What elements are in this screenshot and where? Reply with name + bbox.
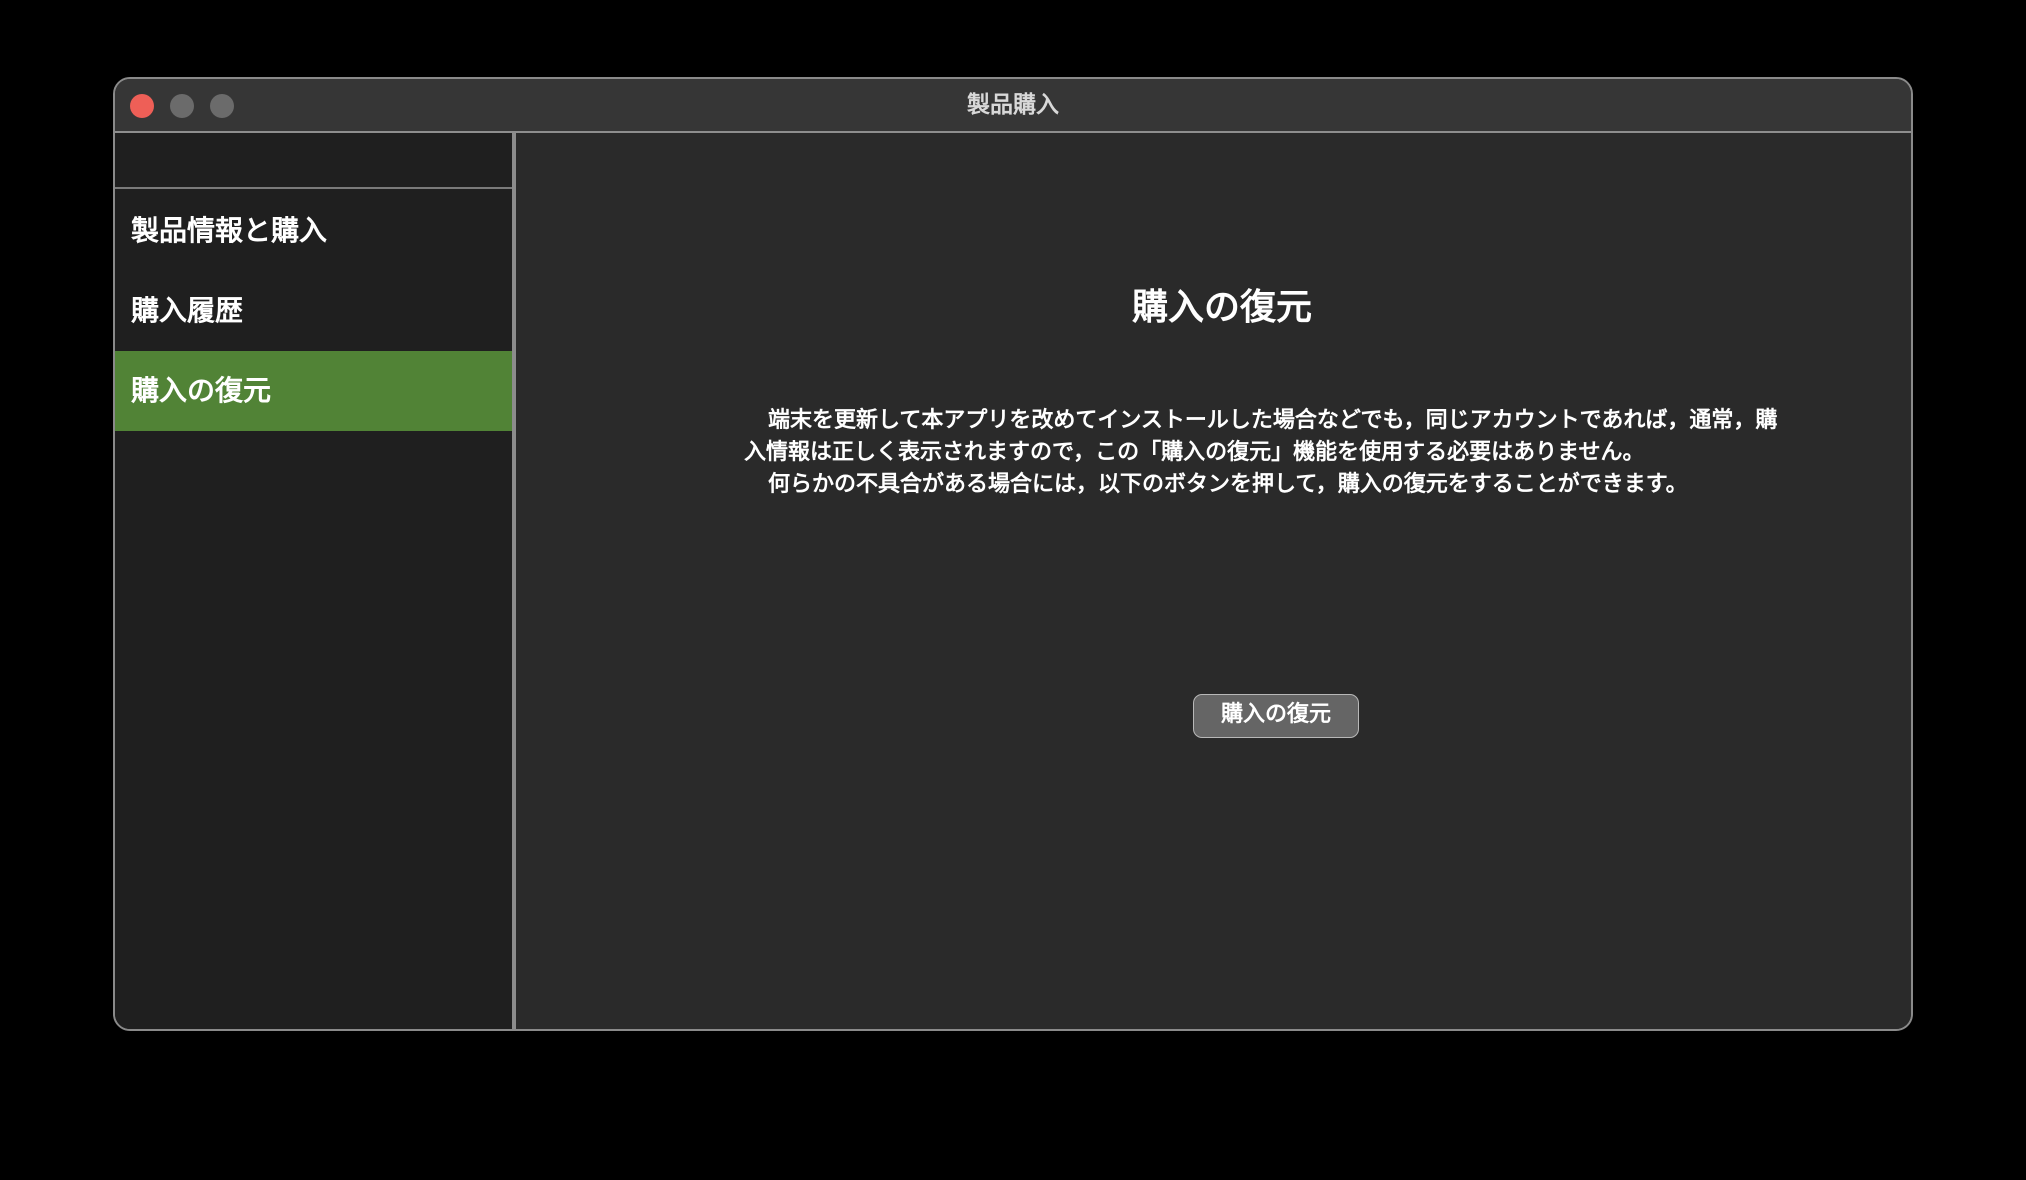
page-title: 購入の復元	[1131, 287, 1312, 328]
description-paragraph: 何らかの不具合がある場合には，以下のボタンを押して，購入の復元をすることができま…	[768, 472, 1688, 497]
title-bar[interactable]: 製品購入	[115, 79, 1911, 133]
app-window: 製品購入 製品情報と購入 購入履歴 購入の復元 購入の復元 端末を更新して本アプ…	[113, 77, 1913, 1031]
main-content: 購入の復元 端末を更新して本アプリを改めてインストールした場合などでも，同じアカ…	[516, 133, 1911, 1029]
sidebar: 製品情報と購入 購入履歴 購入の復元	[115, 133, 512, 1029]
sidebar-item-product-info[interactable]: 製品情報と購入	[115, 191, 512, 271]
window-title: 製品購入	[967, 92, 1059, 118]
description-text: 端末を更新して本アプリを改めてインストールした場合などでも，同じアカウントであれ…	[744, 405, 1794, 501]
sidebar-item-restore-purchase[interactable]: 購入の復元	[115, 351, 512, 431]
sidebar-header	[115, 133, 512, 189]
restore-purchase-button[interactable]: 購入の復元	[1193, 694, 1359, 738]
sidebar-item-purchase-history[interactable]: 購入履歴	[115, 271, 512, 351]
description-paragraph: 端末を更新して本アプリを改めてインストールした場合などでも，同じアカウントであれ…	[744, 408, 1778, 465]
